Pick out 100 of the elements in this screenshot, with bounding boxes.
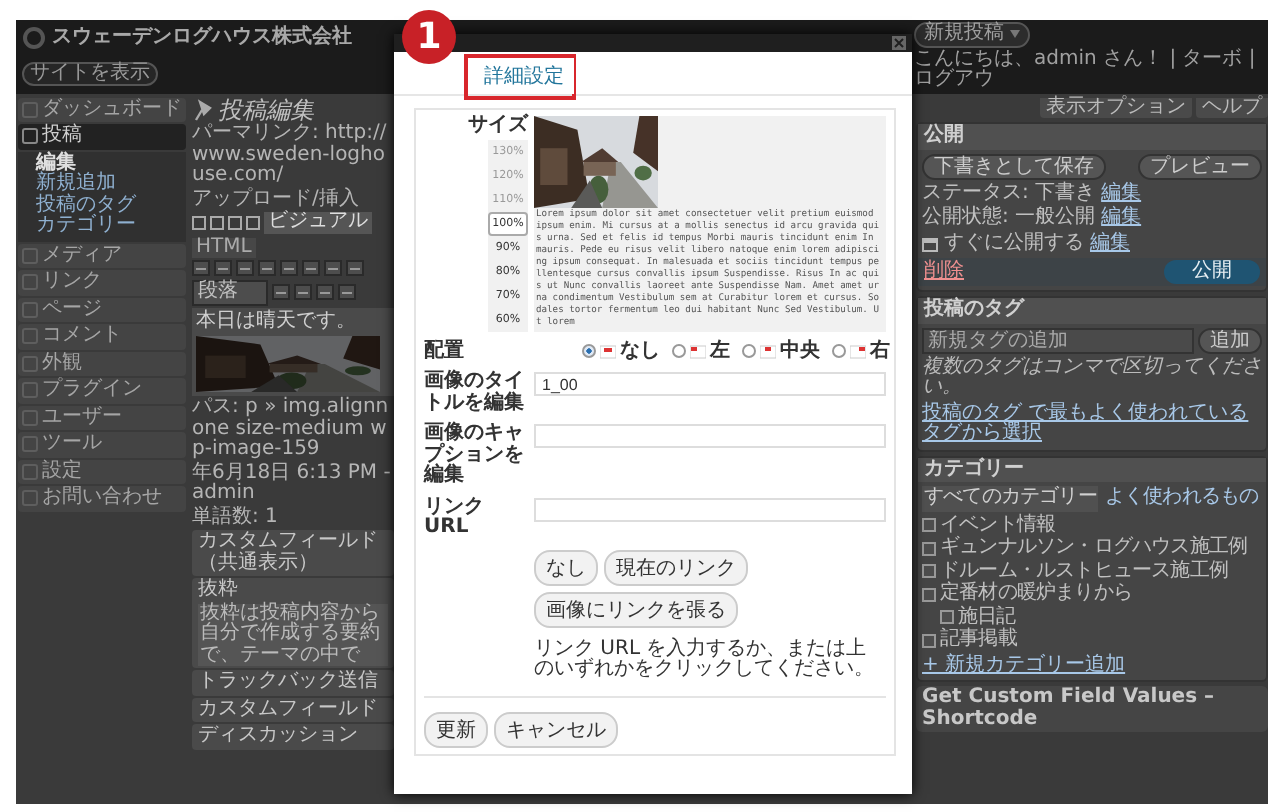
new-post-dropdown[interactable]: 新規投稿 bbox=[914, 22, 1030, 47]
link-button[interactable]: 現在のリンク bbox=[604, 549, 748, 586]
highlight-frame bbox=[464, 54, 576, 100]
publish-button[interactable]: 公開 bbox=[1164, 260, 1260, 284]
checkbox[interactable] bbox=[940, 610, 954, 625]
category-label: 記事掲載 bbox=[940, 630, 1017, 651]
body-text: 本日は晴天です。 bbox=[196, 311, 358, 333]
submenu-item[interactable]: 新規追加 bbox=[36, 174, 186, 195]
greeting-text: こんにちは、admin さん！ | ターボ | ログアウ bbox=[914, 49, 1258, 91]
section-title[interactable]: 抜粋 bbox=[198, 580, 388, 602]
status-text: ステータス: 下書き bbox=[922, 183, 1096, 204]
radio-button[interactable] bbox=[742, 344, 756, 359]
hint-text: 複数のタグはコンマで区切ってください。 bbox=[922, 357, 1262, 399]
align-icon bbox=[760, 343, 776, 360]
menu-item[interactable]: ダッシュボード bbox=[18, 97, 186, 122]
dialog-button[interactable]: キャンセル bbox=[494, 711, 618, 748]
text-field[interactable] bbox=[534, 497, 886, 522]
preview-button[interactable]: プレビュー bbox=[1138, 153, 1262, 179]
step-badge: 1 bbox=[402, 10, 456, 64]
help-text: リンク URL を入力するか、または上のいずれかをクリックしてください。 bbox=[534, 639, 876, 682]
size-label: サイズ bbox=[468, 116, 528, 137]
menu-item[interactable]: ユーザー bbox=[18, 405, 186, 430]
category-label: ドルーム・ルストヒュース施工例 bbox=[940, 561, 1229, 581]
align-icon bbox=[600, 343, 616, 360]
menu-item[interactable]: ページ bbox=[18, 297, 186, 322]
menu-item[interactable]: ツール bbox=[18, 432, 186, 457]
view-site-button[interactable]: サイトを表示 bbox=[22, 62, 158, 87]
category-tab[interactable]: すべてのカテゴリー bbox=[922, 486, 1099, 511]
box-title: 公開 bbox=[918, 124, 1266, 149]
text-field[interactable] bbox=[534, 424, 886, 449]
add-category-link[interactable]: + 新規カテゴリー追加 bbox=[922, 655, 1262, 676]
align-label: 配置 bbox=[424, 341, 466, 363]
hint-text: 抜粋は投稿内容から自分で作成する要約で、テーマの中で bbox=[198, 603, 388, 667]
category-label: 定番材の暖炉まりから bbox=[940, 584, 1133, 605]
submenu-item[interactable]: 編集 bbox=[36, 153, 186, 174]
edit-link[interactable]: 編集 bbox=[1101, 183, 1142, 204]
category-tab[interactable]: よく使われるもの bbox=[1102, 486, 1261, 511]
checkbox[interactable] bbox=[922, 541, 936, 556]
radio-button[interactable] bbox=[832, 344, 846, 359]
calendar-icon bbox=[922, 235, 938, 252]
edit-link[interactable]: 編集 bbox=[1101, 208, 1142, 229]
align-icon bbox=[850, 343, 866, 360]
box-title: 投稿のタグ bbox=[918, 298, 1266, 323]
permalink-text: パーマリンク: http://www.sweden-loghouse.com/ bbox=[192, 124, 389, 187]
word-count: 単語数: 1 bbox=[192, 507, 280, 529]
close-icon[interactable] bbox=[892, 36, 906, 50]
category-label: ギュンナルソン・ログハウス施工例 bbox=[940, 538, 1248, 559]
checkbox[interactable] bbox=[922, 518, 936, 533]
align-option-label: 右 bbox=[870, 341, 890, 363]
submenu-item[interactable]: カテゴリー bbox=[36, 216, 186, 237]
menu-item[interactable]: 外観 bbox=[18, 351, 186, 376]
field-label: 画像のキャプションを編集 bbox=[424, 424, 526, 488]
category-label: イベント情報 bbox=[940, 515, 1056, 536]
edit-link[interactable]: 編集 bbox=[1090, 233, 1130, 254]
page-title: 投稿編集 bbox=[218, 97, 314, 123]
tag-cloud-link[interactable]: 投稿のタグ で最もよく使われているタグから選択 bbox=[922, 403, 1262, 445]
radio-button[interactable] bbox=[582, 344, 596, 359]
link-button[interactable]: 画像にリンクを張る bbox=[534, 591, 738, 628]
status-text: すぐに公開する bbox=[944, 233, 1084, 254]
category-label: 施日記 bbox=[958, 607, 1016, 627]
radio-button[interactable] bbox=[672, 344, 686, 359]
editor-tab[interactable]: HTML bbox=[192, 237, 256, 259]
menu-item[interactable]: 設定 bbox=[18, 459, 186, 484]
checkbox[interactable] bbox=[922, 633, 936, 648]
custom-field-box: Get Custom Field Values – Shortcode bbox=[916, 686, 1268, 732]
screen-tab[interactable]: ヘルプ bbox=[1196, 97, 1268, 118]
save-draft-button[interactable]: 下書きとして保存 bbox=[922, 153, 1106, 179]
section-title[interactable]: トラックバック送信 bbox=[198, 672, 388, 694]
last-edited-text: 年6月18日 6:13 PM - admin bbox=[192, 463, 393, 505]
upload-label: アップロード/挿入 bbox=[192, 189, 359, 210]
align-option-label: 左 bbox=[710, 341, 730, 363]
align-option-label: なし bbox=[620, 341, 660, 363]
screen-tab[interactable]: 表示オプション bbox=[1040, 97, 1192, 118]
status-text: 公開状態: 一般公開 bbox=[922, 208, 1096, 229]
section-title[interactable]: カスタムフィールド（共通表示） bbox=[198, 532, 388, 575]
menu-item[interactable]: プラグイン bbox=[18, 378, 186, 403]
menu-item[interactable]: メディア bbox=[18, 243, 186, 268]
editor-tab[interactable]: ビジュアル bbox=[264, 212, 372, 234]
submenu-item[interactable]: 投稿のタグ bbox=[36, 195, 186, 216]
section-title[interactable]: ディスカッション bbox=[198, 726, 388, 748]
add-button[interactable]: 追加 bbox=[1198, 327, 1262, 353]
dialog-button[interactable]: 更新 bbox=[424, 711, 488, 748]
menu-item[interactable]: コメント bbox=[18, 324, 186, 349]
field-label: リンク URL bbox=[424, 497, 486, 540]
checkbox[interactable] bbox=[922, 564, 936, 579]
text-field[interactable]: 1_00 bbox=[534, 372, 886, 397]
field-label: 画像のタイトルを編集 bbox=[424, 372, 526, 415]
checkbox[interactable] bbox=[922, 587, 936, 602]
format-dropdown[interactable]: 段落 bbox=[192, 280, 268, 306]
align-icon bbox=[690, 343, 706, 360]
link-button[interactable]: なし bbox=[534, 549, 598, 586]
menu-item[interactable]: リンク bbox=[18, 270, 186, 295]
delete-link[interactable]: 削除 bbox=[924, 261, 964, 283]
menu-item[interactable]: お問い合わせ bbox=[18, 486, 186, 511]
caret-icon bbox=[1010, 30, 1020, 39]
menu-item[interactable]: 投稿 bbox=[18, 124, 186, 149]
section-title[interactable]: カスタムフィールド bbox=[198, 699, 388, 721]
site-title[interactable]: スウェーデンログハウス株式会社 bbox=[52, 28, 352, 50]
box-title: カテゴリー bbox=[918, 457, 1266, 482]
path-text: パス: p » img.alignnone size-medium wp-image-159 bbox=[192, 398, 391, 461]
